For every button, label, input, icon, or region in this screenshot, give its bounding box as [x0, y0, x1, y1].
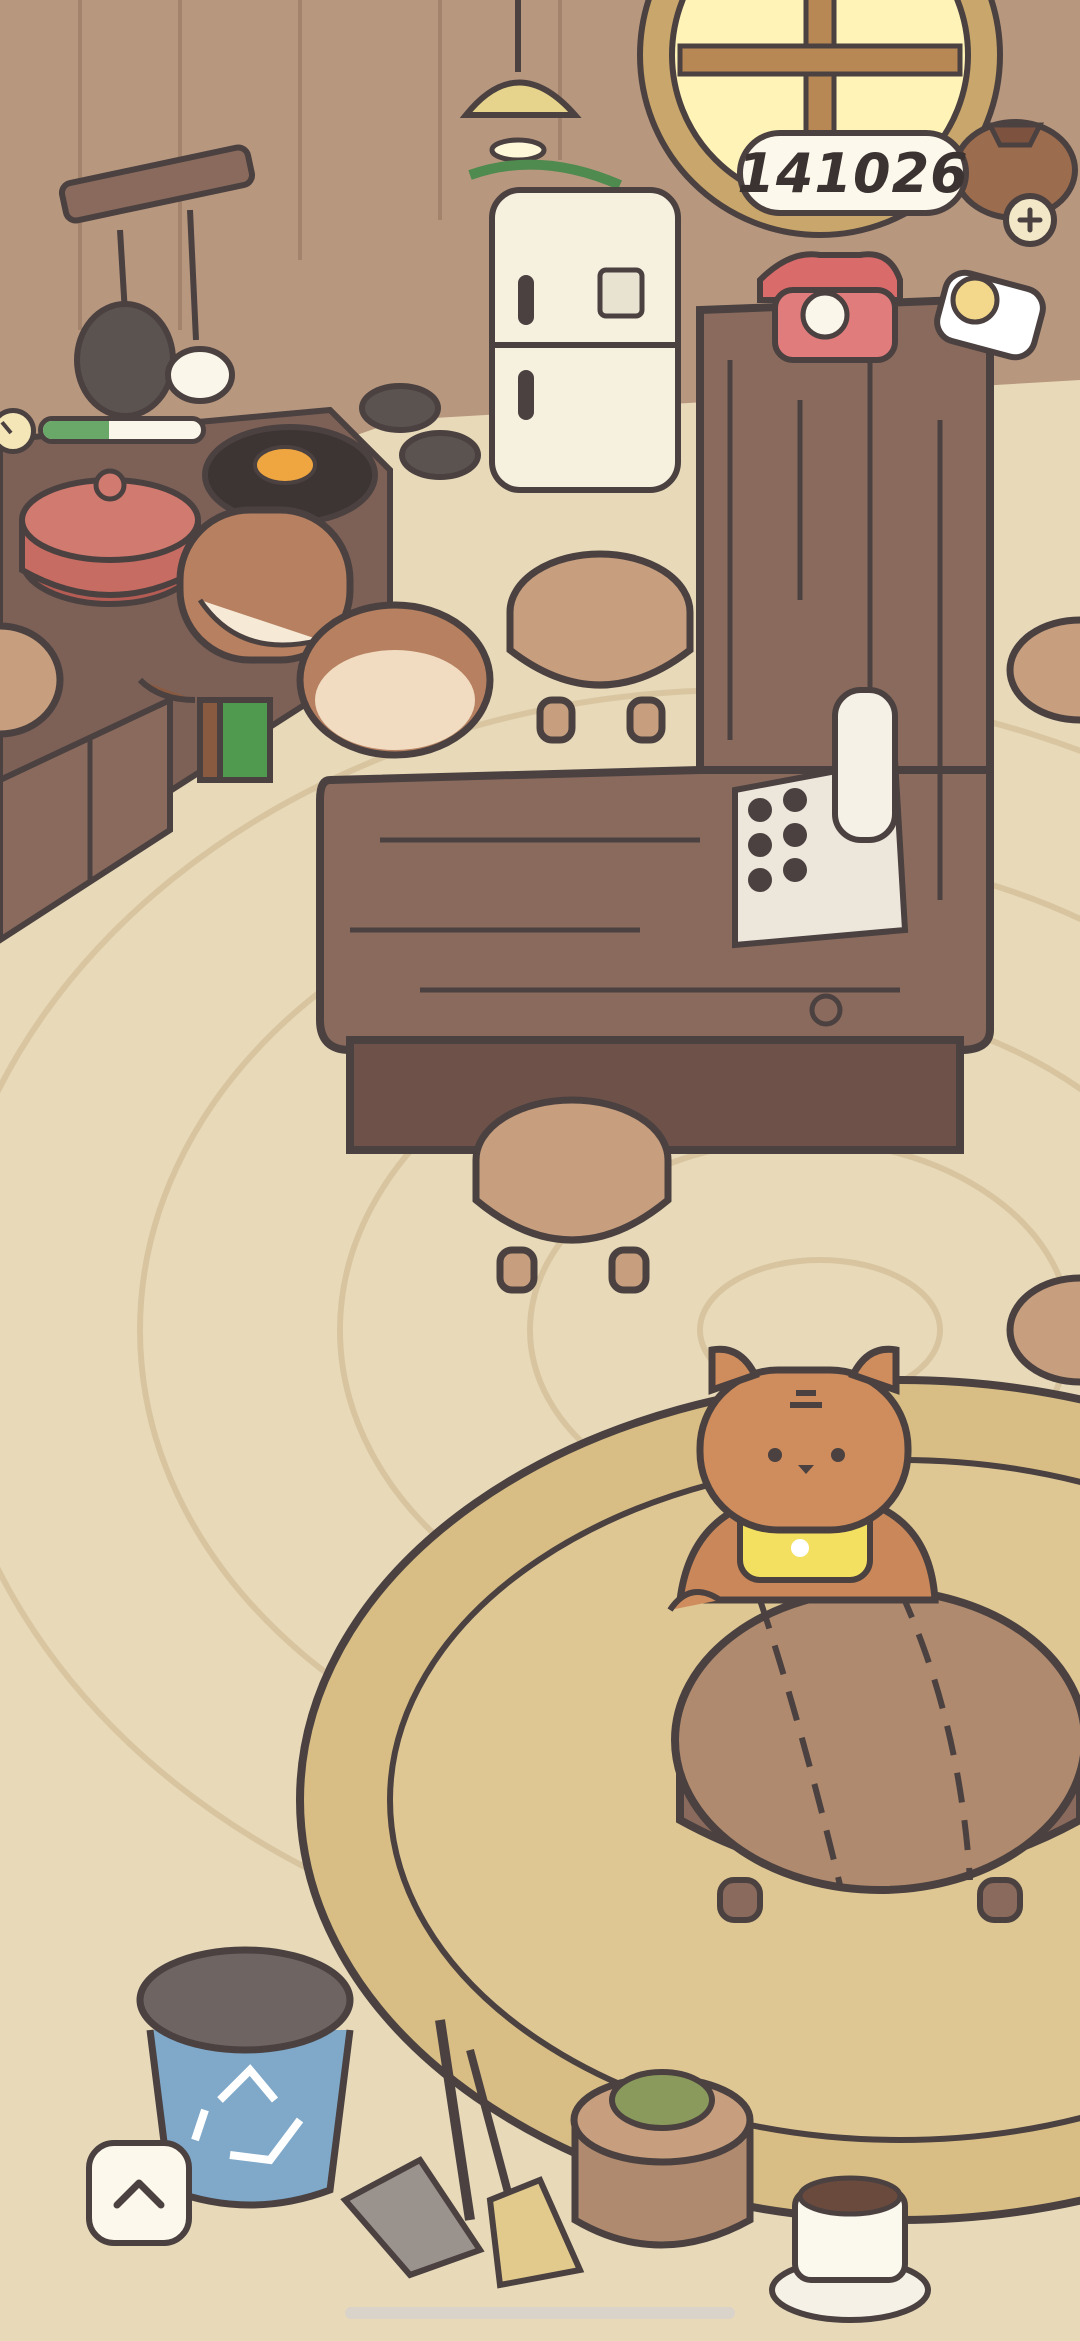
coffee-cup — [769, 2175, 931, 2323]
clock-icon — [0, 408, 36, 454]
add-coins-button[interactable] — [1003, 193, 1057, 247]
rotary-phone — [757, 251, 903, 363]
progress-fill — [43, 421, 110, 439]
red-pot — [19, 468, 201, 607]
menu-toggle-button[interactable] — [86, 2140, 192, 2246]
coin-counter: 141026 — [737, 130, 969, 216]
refrigerator — [468, 159, 681, 493]
cafe-scene — [0, 0, 1080, 2341]
coin-count-text: 141026 — [737, 141, 969, 205]
game-screen: 141026 — [0, 0, 1080, 2341]
cooking-progress — [0, 408, 212, 454]
progress-track — [38, 416, 206, 444]
small-clay-pot — [570, 2069, 754, 2249]
plus-icon — [1017, 207, 1043, 233]
home-indicator[interactable] — [345, 2307, 735, 2319]
chevron-up-icon — [113, 2179, 165, 2209]
tiger-cat-customer — [667, 1345, 939, 1612]
